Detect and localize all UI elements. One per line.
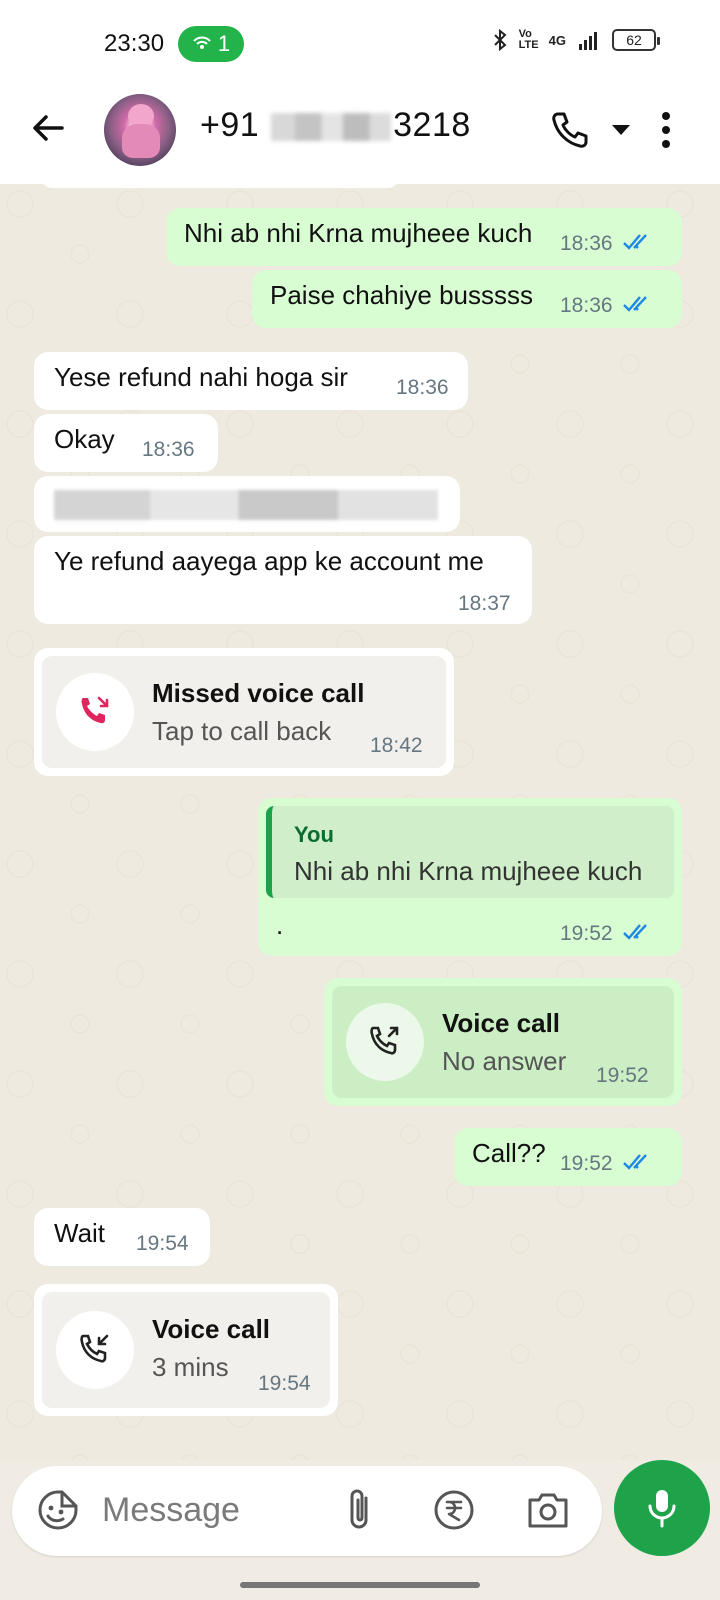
more-options-icon[interactable] (660, 110, 672, 150)
message-text: Yese refund nahi hoga sir (54, 362, 348, 392)
message-time: 18:37 (458, 592, 511, 615)
outgoing-call-icon-wrap (346, 1003, 424, 1081)
status-icons: Vo LTE 4G 62 (493, 28, 660, 52)
signal-icon (579, 32, 597, 50)
system-nav-bar (0, 1560, 720, 1600)
chat-header: +91 3218 (0, 88, 720, 184)
message-text: Paise chahiye busssss (270, 280, 534, 310)
message-time: 18:36 (142, 438, 195, 461)
message-text: Okay (54, 424, 115, 454)
volte-indicator: Vo LTE (518, 28, 539, 51)
call-subtitle: Tap to call back (152, 716, 332, 746)
network-type: 4G (548, 32, 566, 48)
call-title: Missed voice call (152, 678, 365, 708)
hotspot-icon (193, 36, 211, 49)
quote-text: Nhi ab nhi Krna mujheee kuch (294, 856, 643, 886)
call-title: Voice call (152, 1314, 271, 1344)
redacted-content (54, 490, 438, 520)
message-input[interactable] (102, 1488, 322, 1532)
hotspot-count: 1 (217, 31, 231, 56)
status-time: 23:30 (104, 30, 165, 57)
incoming-call-icon (80, 1334, 109, 1363)
chat-area[interactable]: Nhi ab nhi Krna mujheee kuch 18:36 Paise… (0, 184, 720, 1460)
message-time: 18:36 (396, 376, 449, 399)
bluetooth-icon (493, 28, 507, 52)
sticker-icon[interactable] (36, 1488, 80, 1532)
missed-call-message[interactable]: Missed voice call Tap to call back 18:42 (34, 648, 454, 776)
missed-call-icon (81, 696, 109, 724)
call-subtitle: No answer (442, 1046, 567, 1076)
message-text: Call?? (472, 1138, 546, 1168)
incoming-call-message[interactable]: Voice call 3 mins 19:54 (34, 1284, 338, 1416)
payment-rupee-icon[interactable] (432, 1488, 476, 1532)
hotspot-indicator: 1 (178, 26, 244, 62)
read-receipt-icon (623, 296, 647, 312)
outgoing-call-icon (370, 1026, 399, 1055)
message-text: . (276, 910, 284, 940)
message-time: 19:52 (560, 1152, 613, 1175)
incoming-call-icon-wrap (56, 1311, 134, 1389)
battery-indicator: 62 (612, 29, 660, 51)
message-time: 19:52 (560, 922, 613, 945)
microphone-icon (648, 1490, 676, 1528)
message-time: 19:54 (136, 1232, 189, 1255)
message-bubble-incoming[interactable]: Ye refund aayega app ke account me 18:37 (34, 536, 532, 624)
message-bubble-incoming[interactable]: Wait 19:54 (34, 1208, 210, 1266)
message-time: 18:42 (370, 734, 423, 757)
message-time: 19:52 (596, 1064, 649, 1087)
contact-prefix: +91 (200, 106, 260, 144)
quote-author: You (294, 822, 334, 847)
message-bubble-outgoing[interactable]: Nhi ab nhi Krna mujheee kuch 18:36 (166, 208, 682, 266)
redacted-number (271, 113, 392, 142)
message-time: 19:54 (258, 1372, 311, 1395)
voice-call-icon[interactable] (548, 108, 592, 152)
battery-level: 62 (626, 32, 642, 48)
missed-call-card[interactable]: Missed voice call Tap to call back 18:42 (42, 656, 446, 768)
back-arrow-icon[interactable] (28, 108, 68, 148)
message-time: 18:36 (560, 232, 613, 255)
call-title: Voice call (442, 1008, 561, 1038)
read-receipt-icon (623, 1154, 647, 1170)
contact-name[interactable]: +91 3218 (200, 106, 471, 145)
missed-call-icon-wrap (56, 673, 134, 751)
outgoing-call-card[interactable]: Voice call No answer 19:52 (332, 986, 674, 1098)
voice-message-button[interactable] (614, 1460, 710, 1556)
reply-message-bubble[interactable]: You Nhi ab nhi Krna mujheee kuch . 19:52 (258, 798, 682, 956)
status-bar: 23:30 1 Vo LTE 4G 62 (0, 0, 720, 88)
message-bubble-redacted[interactable] (34, 476, 460, 532)
quoted-message[interactable]: You Nhi ab nhi Krna mujheee kuch (266, 806, 674, 898)
message-bubble-outgoing[interactable]: Paise chahiye busssss 18:36 (252, 270, 682, 328)
contact-avatar[interactable] (104, 94, 176, 166)
message-text: Ye refund aayega app ke account me (54, 546, 484, 576)
message-box[interactable] (12, 1466, 602, 1556)
incoming-call-card[interactable]: Voice call 3 mins 19:54 (42, 1292, 330, 1408)
message-bubble-incoming[interactable]: Okay 18:36 (34, 414, 218, 472)
message-bubble-incoming[interactable]: Yese refund nahi hoga sir 18:36 (34, 352, 468, 410)
home-indicator[interactable] (240, 1582, 480, 1588)
contact-suffix: 3218 (393, 106, 471, 144)
call-subtitle: 3 mins (152, 1352, 229, 1382)
composer-bar (0, 1460, 720, 1560)
call-dropdown-icon[interactable] (610, 122, 632, 138)
camera-icon[interactable] (526, 1490, 570, 1530)
outgoing-call-message[interactable]: Voice call No answer 19:52 (324, 978, 682, 1106)
message-bubble-outgoing[interactable]: Call?? 19:52 (454, 1128, 682, 1186)
attachment-icon[interactable] (340, 1486, 380, 1534)
read-receipt-icon (623, 234, 647, 250)
message-text: Nhi ab nhi Krna mujheee kuch (184, 218, 533, 248)
message-time: 18:36 (560, 294, 613, 317)
message-text: Wait (54, 1218, 106, 1248)
read-receipt-icon (623, 924, 647, 940)
message-bubble-partial (40, 184, 400, 188)
